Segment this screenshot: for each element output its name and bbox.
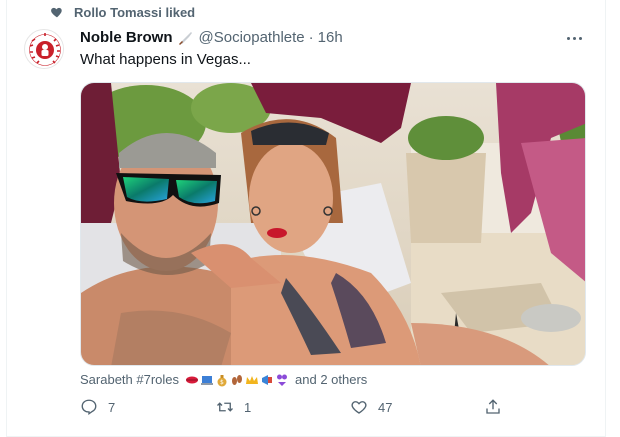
more-options-button[interactable] — [560, 30, 588, 46]
like-count: 47 — [378, 399, 393, 415]
retweet-button[interactable]: 1 — [216, 398, 251, 416]
svg-text:$: $ — [220, 379, 224, 386]
more-dot-icon — [578, 36, 582, 40]
reply-button[interactable]: 7 — [80, 398, 115, 416]
avatar[interactable] — [24, 29, 64, 69]
footprints-emoji-icon — [232, 374, 243, 385]
like-button[interactable]: 47 — [350, 398, 392, 416]
knife-emoji-icon — [178, 32, 192, 45]
heart-icon — [51, 7, 62, 18]
separator-dot: · — [308, 28, 314, 46]
tweet-text: What happens in Vegas... — [80, 51, 251, 68]
retweet-count: 1 — [244, 399, 252, 415]
retweet-icon — [217, 402, 233, 412]
handle[interactable]: @Sociopathlete — [199, 29, 305, 46]
share-icon — [486, 399, 500, 414]
display-name[interactable]: Noble Brown — [80, 29, 173, 46]
lips-emoji-icon — [186, 376, 199, 383]
more-dot-icon — [566, 36, 570, 40]
reply-count: 7 — [108, 399, 116, 415]
share-button[interactable] — [484, 398, 502, 416]
sociopathlete-logo-icon — [26, 31, 63, 68]
photo-illustration — [81, 83, 585, 365]
tweet-header: Noble Brown @Sociopathlete · 16h — [80, 28, 343, 46]
timestamp[interactable]: 16h — [318, 29, 343, 46]
money-bag-emoji-icon: $ — [217, 374, 227, 386]
crown-emoji-icon — [246, 375, 259, 384]
reactor-emojis: $ — [185, 373, 289, 387]
more-dot-icon — [572, 36, 576, 40]
reactions-row[interactable]: Sarabeth #7roles $ and 2 others — [80, 372, 367, 387]
social-context: Rollo Tomassi liked — [50, 4, 195, 20]
reactions-others[interactable]: and 2 others — [295, 372, 367, 387]
tweet-photo[interactable] — [80, 82, 586, 366]
laptop-emoji-icon — [201, 375, 214, 385]
action-bar: 7 1 47 — [80, 398, 510, 420]
megaphone-emoji-icon — [262, 374, 273, 385]
reactor-name[interactable]: Sarabeth #7roles — [80, 372, 179, 387]
bikini-emoji-icon — [277, 374, 288, 386]
like-icon — [351, 401, 367, 414]
social-context-text[interactable]: Rollo Tomassi liked — [74, 5, 195, 20]
reply-icon — [81, 399, 97, 416]
